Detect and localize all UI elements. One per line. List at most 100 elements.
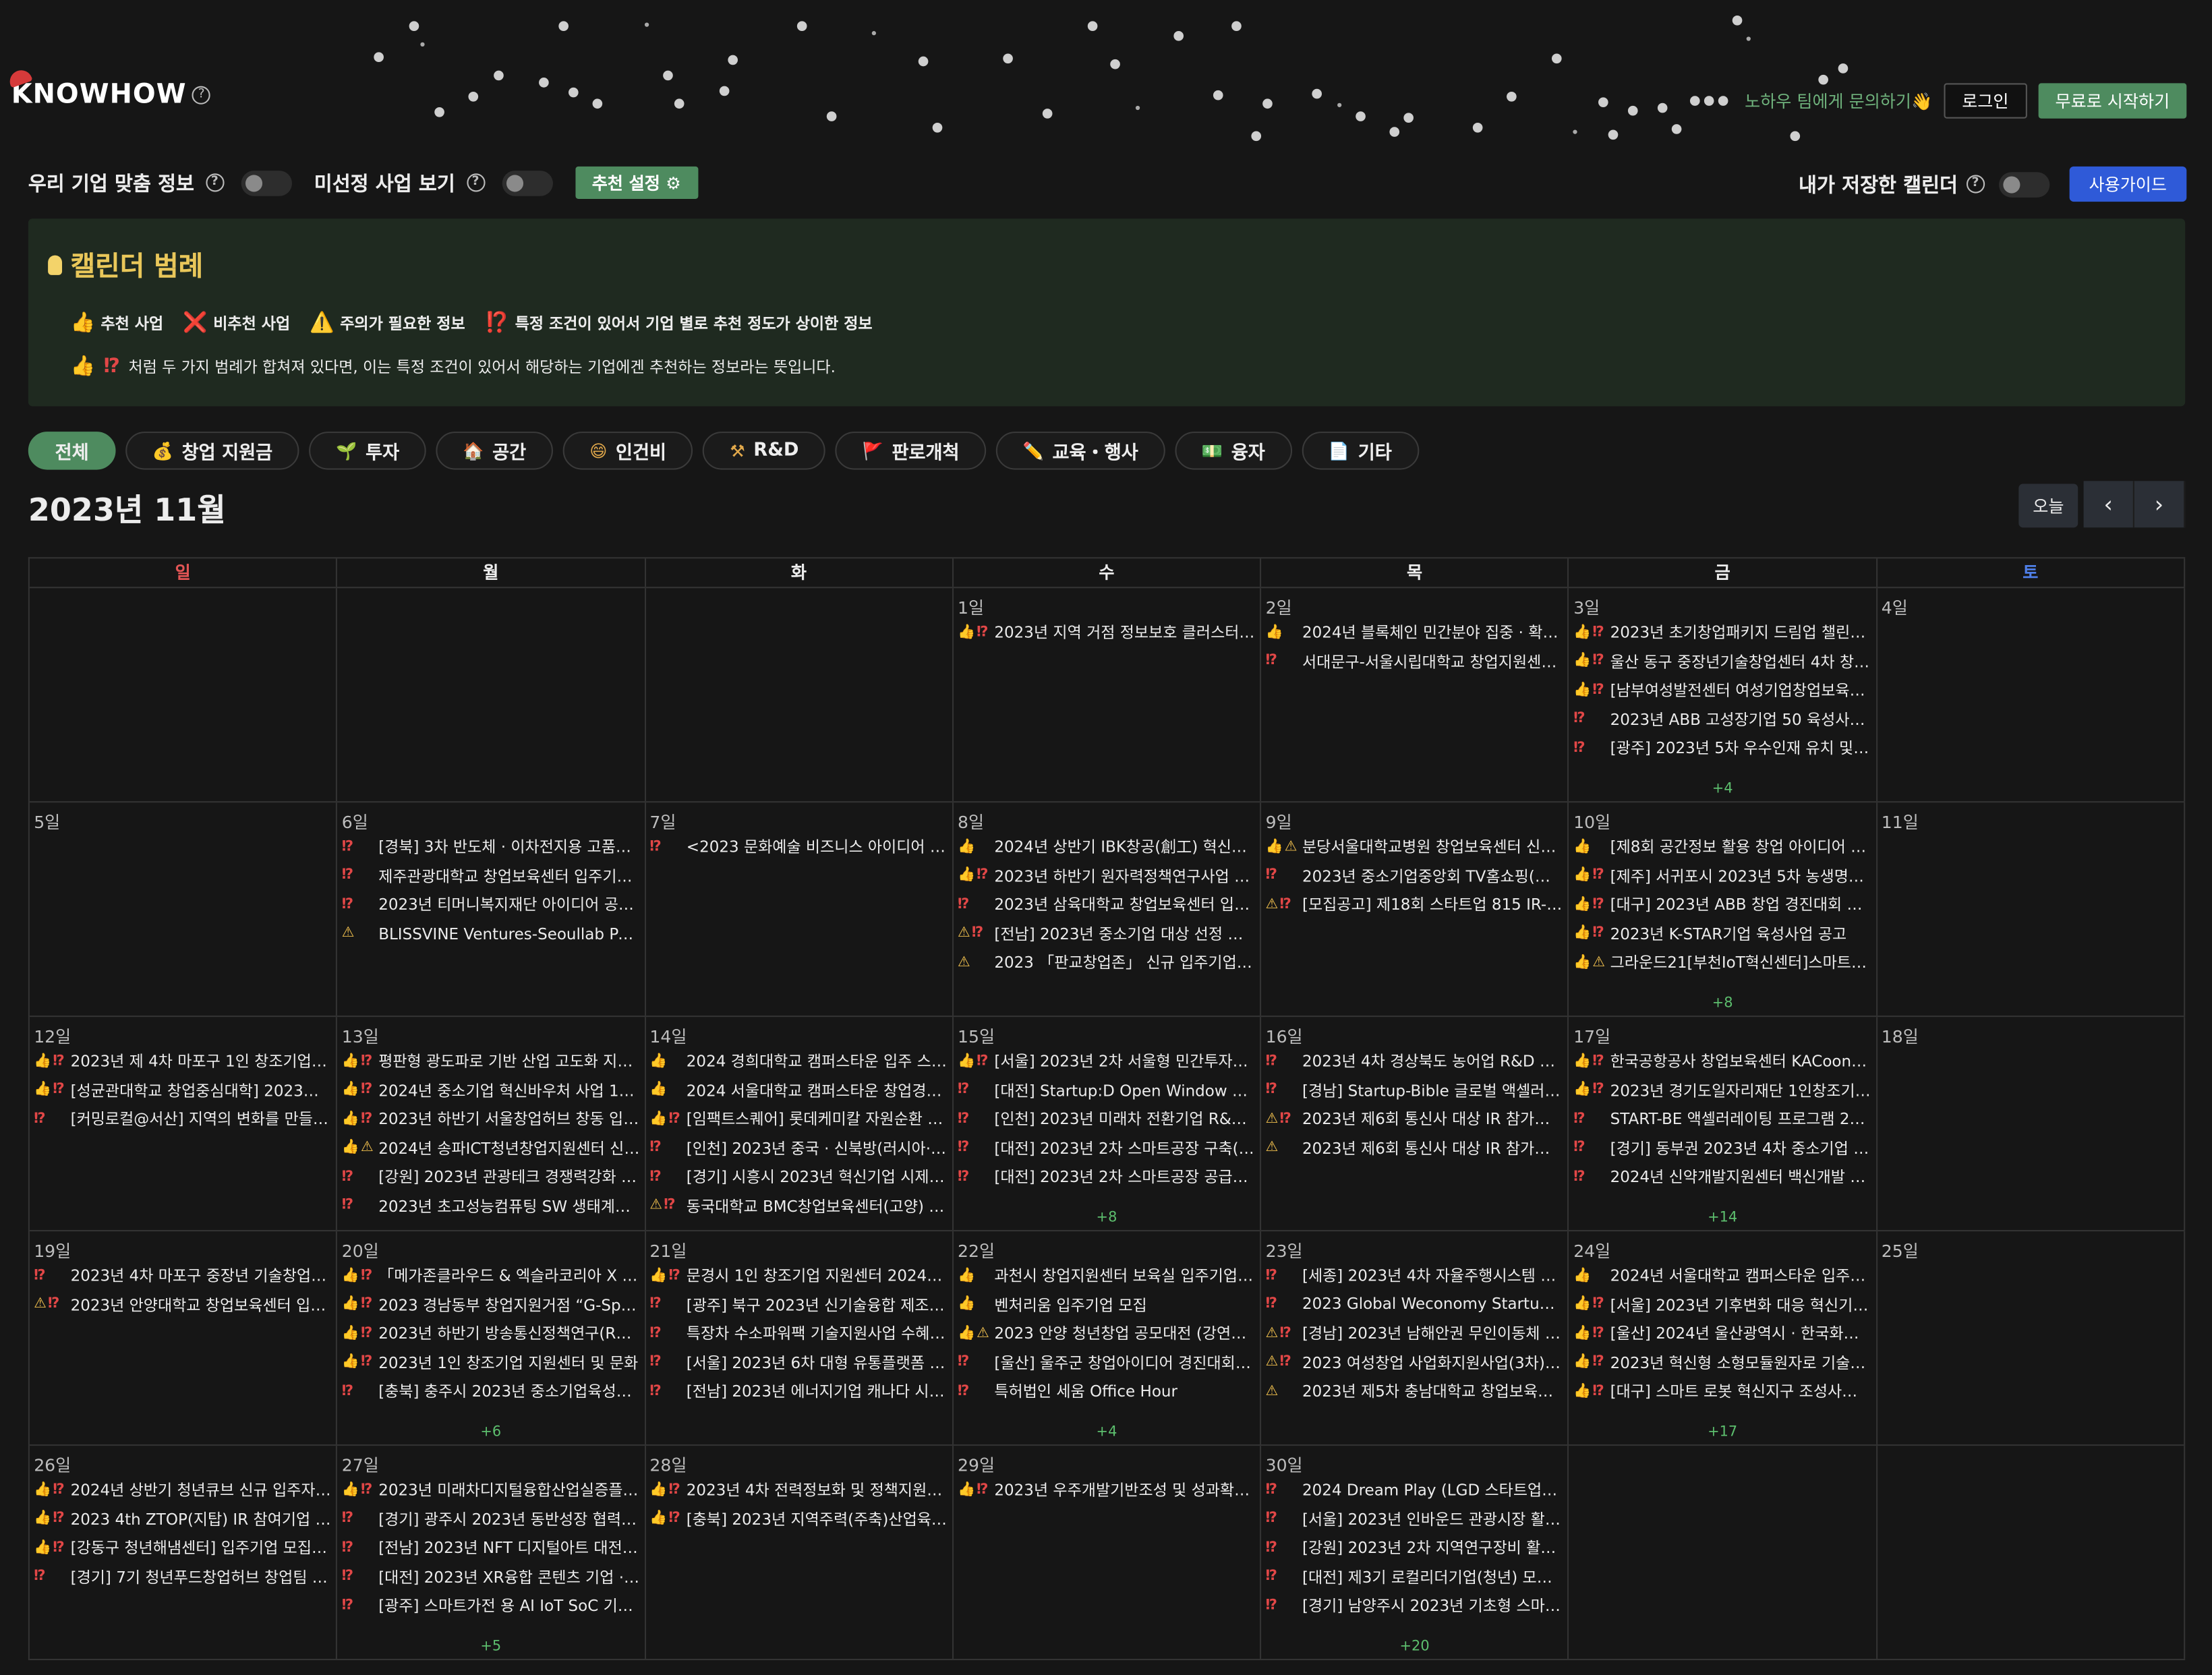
event-item[interactable]: ⁉ 2023년 중소기업중앙회 TV홈쇼핑(홈앤쇼핑) [1266, 861, 1564, 890]
event-item[interactable]: ⁉ [대전] 2023년 2차 스마트공장 구축(고도화) [958, 1134, 1256, 1163]
contact-link[interactable]: 노하우 팀에게 문의하기👋 [1745, 89, 1932, 113]
calendar-day-cell[interactable]: 9일 👍 ⚠ 분당서울대학교병원 창업보육센터 신규 입주 ⁉ 2023년 중소기업중앙회… [1261, 802, 1569, 1016]
calendar-day-cell[interactable]: 17일 👍 ⁉ 한국공항공사 창업보육센터 KACoon 모집 👍 ⁉ 2023년 경기도일… [1569, 1017, 1878, 1231]
event-item[interactable]: 👍 ⁉ 울산 동구 중장년기술창업센터 4차 창업기업 [1573, 647, 1871, 676]
event-item[interactable]: ⁉ [서울] 2023년 인바운드 관광시장 활성화 [1266, 1504, 1564, 1533]
event-item[interactable]: ⚠ 2023 「판교창업존」 신규 입주기업 모집 공고 [958, 948, 1256, 977]
event-item[interactable]: ⁉ [전남] 2023년 에너지기업 캐나다 시장진출 [649, 1377, 948, 1406]
calendar-day-cell[interactable]: 19일⁉2023년 4차 마포구 중장년 기술창업센터 입주⚠⁉2023년 안양… [30, 1231, 338, 1445]
calendar-day-cell[interactable]: 14일 👍 2024 경희대학교 캠퍼스타운 입주 스타트업 👍 2024 서울대학교 … [645, 1017, 954, 1231]
event-item[interactable]: 👍 ⁉ 2023년 하반기 원자력정책연구사업 공모 [958, 861, 1256, 890]
event-item[interactable]: ⁉ [광주] 스마트가전 용 AI IoT SoC 기술개발 [342, 1591, 640, 1620]
custom-info-toggle[interactable] [241, 170, 292, 196]
calendar-day-cell[interactable]: 29일 👍 ⁉ 2023년 우주개발기반조성 및 성과확산사업 [954, 1446, 1262, 1659]
more-events-link[interactable]: +8 [1569, 996, 1876, 1011]
event-item[interactable]: 👍⁉[대구] 2023년 ABB 창업 경진대회 참가기업 [1573, 890, 1871, 919]
event-item[interactable]: ⚠ 2023년 제5차 충남대학교 창업보육센터 입주 [1266, 1377, 1564, 1406]
event-item[interactable]: ⁉ 2023년 초고성능컴퓨팅 SW 생태계조성 사업 [342, 1192, 640, 1221]
event-item[interactable]: ⁉ [경기] 시흥시 2023년 혁신기업 시제품 지원 [649, 1163, 948, 1192]
event-item[interactable]: 👍 ⁉ 평판형 광도파로 기반 산업 고도화 지원사업 [342, 1047, 640, 1076]
start-free-button[interactable]: 무료로 시작하기 [2038, 83, 2187, 119]
calendar-day-cell[interactable] [1878, 1446, 2186, 1659]
event-item[interactable]: ⚠⁉[전남] 2023년 중소기업 대상 선정 계획 공고 [958, 919, 1256, 948]
event-item[interactable]: ⚠ ⁉ 동국대학교 BMC창업보육센터(고양) 입주 [649, 1192, 948, 1221]
calendar-day-cell[interactable]: 10일👍[제8회 공간정보 활용 창업 아이디어 경진대회👍⁉[제주] 서귀포시… [1569, 802, 1878, 1016]
event-item[interactable]: ⚠ ⁉ 2023 여성창업 사업화지원사업(3차) 공고 [1266, 1348, 1564, 1377]
next-month-button[interactable]: › [2134, 481, 2186, 528]
event-item[interactable]: ⁉ [경북] 3차 반도체 · 이차전지용 고품질 소재 [342, 832, 640, 861]
calendar-day-cell[interactable]: 7일 ⁉ <2023 문화예술 비즈니스 아이디어 경진대회> [645, 802, 954, 1016]
event-item[interactable]: ⁉ [광주] 북구 2023년 신기술융합 제조기업 [649, 1290, 948, 1319]
event-item[interactable]: 👍 ⁉ 2023 4th ZTOP(지탑) IR 참여기업 모집 [34, 1504, 332, 1533]
category-tab[interactable]: 📄 기타 [1302, 432, 1419, 470]
more-events-link[interactable]: +17 [1569, 1425, 1876, 1440]
category-tab[interactable]: 💰 창업 지원금 [125, 432, 299, 470]
event-item[interactable]: ⁉ [경기] 남양주시 2023년 기초형 스마트공장 [1266, 1591, 1564, 1620]
category-tab[interactable]: 🏠 공간 [436, 432, 553, 470]
event-item[interactable]: ⁉ 2024 Dream Play (LGD 스타트업육성 프로그램) [1266, 1475, 1564, 1504]
event-item[interactable]: ⁉ [경남] Startup-Bible 글로벌 액셀러레이팅 [1266, 1076, 1564, 1105]
event-item[interactable]: ⚠⁉2023년 제6회 통신사 대상 IR 참가기업 모집 [1266, 1105, 1564, 1134]
event-item[interactable]: ⁉ [충북] 충주시 2023년 중소기업육성기금 [342, 1377, 640, 1406]
event-item[interactable]: 👍 ⁉ 「메가존클라우드 & 엑슬라코리아 X SBA」 [342, 1261, 640, 1290]
event-item[interactable]: 👍⚠2024년 송파ICT청년창업지원센터 신규 입주 [342, 1134, 640, 1163]
event-item[interactable]: ⁉ 2024년 신약개발지원센터 백신개발 지원사업 [1573, 1163, 1871, 1192]
calendar-day-cell[interactable] [1569, 1446, 1878, 1659]
calendar-day-cell[interactable]: 6일 ⁉ [경북] 3차 반도체 · 이차전지용 고품질 소재 ⁉ 제주관광대학교 창업… [338, 802, 646, 1016]
event-item[interactable]: 👍 2024년 상반기 IBK창공(創工) 혁신창업기업 [958, 832, 1256, 861]
event-item[interactable]: ⚠ 2023년 제6회 통신사 대상 IR 참가기업 모집 [1266, 1134, 1564, 1163]
category-tab[interactable]: 전체 [28, 432, 116, 470]
event-item[interactable]: ⁉ 특장차 수소파워팩 기술지원사업 수혜기업 [649, 1319, 948, 1348]
event-item[interactable]: 👍 ⁉ 2023년 초기창업패키지 드림업 챌린지 공고 [1573, 618, 1871, 647]
event-item[interactable]: 👍 ⁉ 2024년 중소기업 혁신바우처 사업 1차 모집 [342, 1076, 640, 1105]
user-guide-button[interactable]: 사용가이드 [2069, 166, 2187, 202]
event-item[interactable]: 👍 벤처리움 입주기업 모집 [958, 1290, 1256, 1319]
saved-calendar-toggle[interactable] [1998, 171, 2049, 197]
category-tab[interactable]: ⚒ R&D [703, 432, 826, 470]
calendar-day-cell[interactable]: 8일👍2024년 상반기 IBK창공(創工) 혁신창업기업👍⁉2023년 하반기… [954, 802, 1262, 1016]
calendar-day-cell[interactable]: 2일 👍 2024년 블록체인 민간분야 집중 · 확산 사업 ⁉ 서대문구-서울시립대… [1261, 588, 1569, 802]
event-item[interactable]: ⁉ 2023년 4차 경상북도 농어업 R&D 활성화 [1266, 1047, 1564, 1076]
event-item[interactable]: 👍 ⁉ 2023년 4차 전력정보화 및 정책지원사업 [649, 1475, 948, 1504]
event-item[interactable]: 👍 ⁉ 2023년 혁신형 소형모듈원자로 기술개발 [1573, 1348, 1871, 1377]
calendar-day-cell[interactable]: 3일 👍 ⁉ 2023년 초기창업패키지 드림업 챌린지 공고 👍 ⁉ 울산 동구 중장년기… [1569, 588, 1878, 802]
calendar-day-cell[interactable]: 20일 👍 ⁉ 「메가존클라우드 & 엑슬라코리아 X SBA」 👍 ⁉ 2023 경남동부… [338, 1231, 646, 1445]
event-item[interactable]: 👍 ⁉ 2023년 지역 거점 정보보호 클러스터 구축 [958, 618, 1256, 647]
calendar-day-cell[interactable]: 11일 [1878, 802, 2186, 1016]
help-icon[interactable]: ? [205, 173, 224, 192]
more-events-link[interactable]: +20 [1261, 1639, 1568, 1655]
event-item[interactable]: ⁉ 2023년 티머니복지재단 아이디어 공모전 [342, 890, 640, 919]
calendar-day-cell[interactable] [338, 588, 646, 802]
help-icon[interactable]: ? [192, 85, 211, 104]
more-events-link[interactable]: +6 [338, 1425, 645, 1440]
event-item[interactable]: 👍 ⁉ 한국공항공사 창업보육센터 KACoon 모집 [1573, 1047, 1871, 1076]
calendar-day-cell[interactable]: 18일 [1878, 1017, 2186, 1231]
calendar-day-cell[interactable]: 13일 👍 ⁉ 평판형 광도파로 기반 산업 고도화 지원사업 👍 ⁉ 2024년 중소기업… [338, 1017, 646, 1231]
event-item[interactable]: ⁉ [서울] 2023년 6차 대형 유통플랫폼 협업 [649, 1348, 948, 1377]
event-item[interactable]: ⁉ [인천] 2023년 중국 · 신북방(러시아·CIS) [649, 1134, 948, 1163]
event-item[interactable]: ⁉ 2023년 삼육대학교 창업보육센터 입주기업 모집 [958, 890, 1256, 919]
event-item[interactable]: ⁉ [커밍로컬@서산] 지역의 변화를 만들어갈 [34, 1105, 332, 1134]
event-item[interactable]: 👍 ⁉ [성균관대학교 창업중심대학] 2023년 모집 [34, 1076, 332, 1105]
calendar-day-cell[interactable]: 25일 [1878, 1231, 2186, 1445]
event-item[interactable]: ⁉ [강원] 2023년 2차 지역연구장비 활용 지원 [1266, 1533, 1564, 1562]
event-item[interactable]: ⁉ START-BE 액셀러레이팅 프로그램 2기 모집 [1573, 1105, 1871, 1134]
event-item[interactable]: ⁉ [경기] 7기 청년푸드창업허브 창업팀 모집 [34, 1562, 332, 1591]
calendar-day-cell[interactable] [30, 588, 338, 802]
event-item[interactable]: ⁉ [대전] 2023년 2차 스마트공장 공급기업 모집 [958, 1163, 1256, 1192]
event-item[interactable]: 👍 ⁉ [충북] 2023년 지역주력(주축)산업육성사업 [649, 1504, 948, 1533]
calendar-day-cell[interactable]: 28일 👍 ⁉ 2023년 4차 전력정보화 및 정책지원사업 👍 ⁉ [충북] 2023년… [645, 1446, 954, 1659]
event-item[interactable]: 👍 ⁉ 2023 경남동부 창업지원거점 “G-Space” [342, 1290, 640, 1319]
prev-month-button[interactable]: ‹ [2083, 481, 2134, 528]
more-events-link[interactable]: +5 [338, 1639, 645, 1655]
calendar-day-cell[interactable]: 15일 👍 ⁉ [서울] 2023년 2차 서울형 민간투자연계형 ⁉ [대전] Star… [954, 1017, 1262, 1231]
event-item[interactable]: 👍⁉2023년 경기도일자리재단 1인창조기업 모집 [1573, 1076, 1871, 1105]
event-item[interactable]: 👍 ⚠ 2023 안양 청년창업 공모대전 (강연&IR) [958, 1319, 1256, 1348]
event-item[interactable]: ⁉ 2023년 ABB 고성장기업 50 육성사업 모집 [1573, 705, 1871, 734]
event-item[interactable]: 👍 ⁉ 2023년 우주개발기반조성 및 성과확산사업 [958, 1475, 1256, 1504]
event-item[interactable]: ⁉ [경기] 동부권 2023년 4차 중소기업 개발지원 [1573, 1134, 1871, 1163]
more-events-link[interactable]: +4 [1569, 782, 1876, 797]
logo[interactable]: KNOWHOW ? [6, 67, 211, 110]
event-item[interactable]: 👍 ⁉ 2023년 미래차디지털융합산업실증플랫폼 [342, 1475, 640, 1504]
calendar-day-cell[interactable]: 16일 ⁉ 2023년 4차 경상북도 농어업 R&D 활성화 ⁉ [경남] Start… [1261, 1017, 1569, 1231]
